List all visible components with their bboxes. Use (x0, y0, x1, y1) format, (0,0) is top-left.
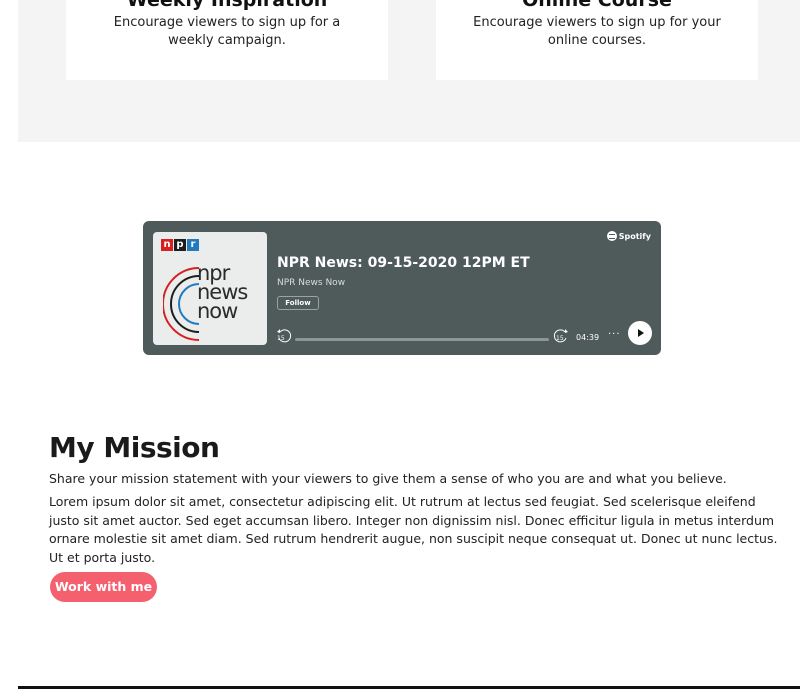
skip-forward-label: 15 (556, 335, 564, 342)
cover-title: npr news now (197, 261, 248, 323)
spotify-podcast-player: npr npr news now Spotify NPR News: 09-15… (143, 221, 661, 355)
episode-duration: 04:39 (576, 333, 600, 342)
mission-heading: My Mission (49, 431, 220, 464)
spotify-logo[interactable]: Spotify (606, 231, 651, 241)
feature-title: Weekly Inspiration (126, 0, 328, 11)
progress-bar[interactable] (295, 338, 549, 341)
episode-title[interactable]: NPR News: 09-15-2020 12PM ET (277, 255, 530, 271)
mission-lead: Share your mission statement with your v… (49, 471, 727, 486)
feature-description: Encourage viewers to sign up for your on… (473, 15, 721, 48)
feature-card-online-course: Online Course Encourage viewers to sign … (436, 0, 758, 80)
play-button[interactable] (628, 321, 652, 345)
skip-back-15-icon[interactable]: 15 (276, 329, 292, 343)
feature-card-weekly-inspiration: Weekly Inspiration Encourage viewers to … (66, 0, 388, 80)
skip-forward-15-icon[interactable]: 15 (553, 329, 569, 343)
follow-button[interactable]: Follow (277, 296, 319, 310)
feature-title: Online Course (522, 0, 672, 11)
show-name[interactable]: NPR News Now (277, 278, 345, 288)
podcast-cover-art[interactable]: npr npr news now (153, 232, 267, 345)
spotify-icon (606, 231, 617, 241)
spotify-label: Spotify (618, 231, 651, 241)
skip-back-label: 15 (277, 335, 285, 342)
more-options-icon[interactable]: ··· (608, 329, 621, 340)
feature-description: Encourage viewers to sign up for a weekl… (113, 15, 341, 48)
npr-logo: npr (161, 239, 199, 251)
mission-section: My Mission Share your mission statement … (49, 430, 784, 567)
mission-body: Lorem ipsum dolor sit amet, consectetur … (49, 494, 778, 565)
work-with-me-button[interactable]: Work with me (50, 572, 157, 602)
